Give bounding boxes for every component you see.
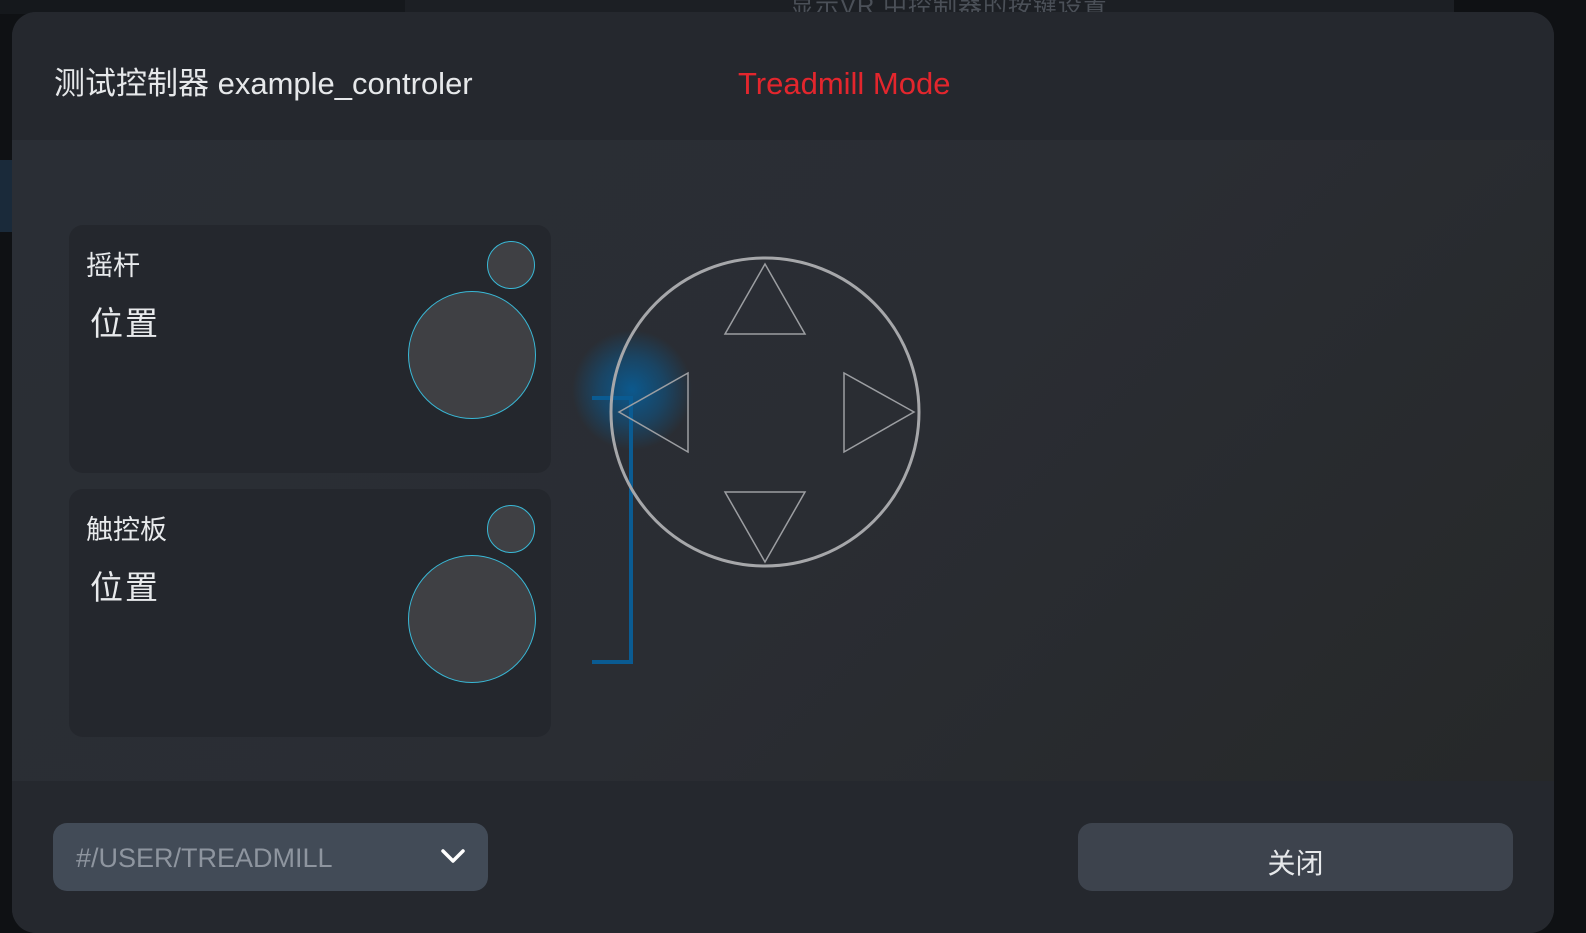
touchpad-panel-title: 触控板 [86,515,167,545]
joystick-position-label: 位置 [90,305,160,342]
close-button[interactable]: 关闭 [1078,823,1513,891]
touchpad-touch-indicator [487,505,535,553]
chevron-down-icon [441,849,465,863]
close-button-label: 关闭 [1267,848,1324,879]
touchpad-panel: 触控板 位置 [69,489,551,737]
user-path-select[interactable]: #/USER/TREADMILL [53,823,488,891]
joystick-position-pad [408,291,536,419]
joystick-panel: 摇杆 位置 [69,225,551,473]
dpad-left-glow [572,330,692,450]
dialog-header: 测试控制器 example_controler Treadmill Mode [12,12,1554,140]
touchpad-position-label: 位置 [90,569,160,606]
touchpad-position-pad [408,555,536,683]
dpad-up-button[interactable] [723,262,807,335]
dpad-right-button[interactable] [843,371,916,454]
controller-test-dialog: 测试控制器 example_controler Treadmill Mode 摇… [12,12,1554,933]
dpad-down-button[interactable] [723,491,807,564]
joystick-panel-title: 摇杆 [86,251,140,281]
dialog-title: 测试控制器 example_controler [54,66,473,101]
user-path-value: #/USER/TREADMILL [76,843,333,873]
dpad-body [572,256,921,568]
mode-label: Treadmill Mode [738,66,951,101]
dialog-body: 摇杆 位置 触控板 位置 [12,140,1554,781]
joystick-touch-indicator [487,241,535,289]
